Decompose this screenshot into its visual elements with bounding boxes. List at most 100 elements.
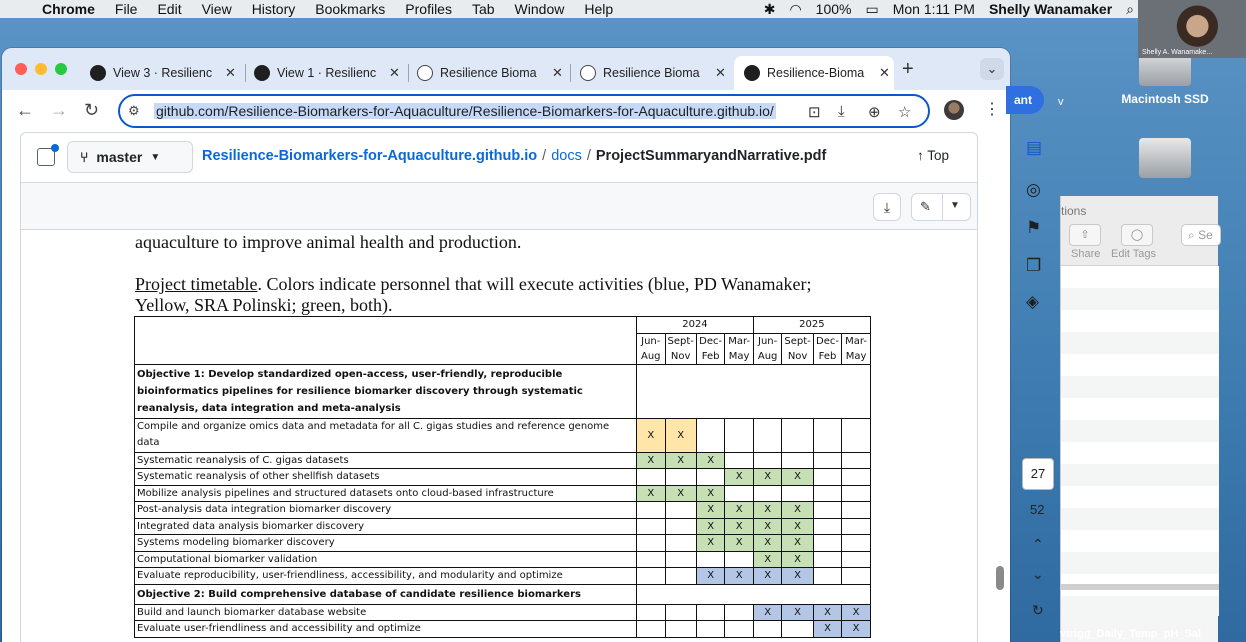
timetable-year-row: 2024 2025 <box>134 316 871 365</box>
install-app-icon[interactable]: ⤓ <box>838 103 845 120</box>
schedule-cell: X <box>695 501 726 519</box>
zoom-window-button[interactable] <box>55 63 67 75</box>
spotlight-search-icon[interactable]: ⌕ <box>1126 1 1134 18</box>
caret-down-icon[interactable]: ▼ <box>950 200 960 211</box>
bluetooth-icon[interactable]: ✱ <box>764 1 776 18</box>
menu-view[interactable]: View <box>202 1 232 17</box>
menubar-clock[interactable]: Mon 1:11 PM <box>893 1 975 17</box>
pdf-viewer[interactable]: aquaculture to improve animal health and… <box>20 230 978 642</box>
chrome-window: View 3 · Resilienc ✕ View 1 · Resilienc … <box>2 48 1010 642</box>
github-icon <box>90 65 106 81</box>
forward-arrow-icon[interactable]: → <box>50 100 68 121</box>
table-row: Evaluate reproducibility, user-friendlin… <box>134 567 871 585</box>
menu-bookmarks[interactable]: Bookmarks <box>315 1 385 17</box>
github-icon <box>744 65 760 81</box>
lens-icon[interactable]: ⊡ <box>808 103 821 121</box>
copy-pages-icon[interactable]: ❐ <box>1026 256 1041 276</box>
pdf-scrollbar-thumb[interactable] <box>996 566 1004 590</box>
menubar-user[interactable]: Shelly Wanamaker <box>989 1 1112 17</box>
battery-percent[interactable]: 100% <box>816 1 852 17</box>
chevron-up-icon[interactable]: ⌃ <box>1032 536 1044 553</box>
schedule-cell <box>812 567 843 585</box>
menu-history[interactable]: History <box>252 1 296 17</box>
close-tab-icon[interactable]: ✕ <box>552 65 563 81</box>
assistant-icon[interactable]: ◎ <box>1026 180 1041 200</box>
pdf-timetable-heading: Project timetable <box>135 274 258 294</box>
schedule-cell <box>664 534 697 552</box>
tab-search-chevron-icon[interactable]: ⌄ <box>980 58 1004 80</box>
objective-blank-cell <box>636 363 871 419</box>
globe-icon <box>417 65 433 81</box>
tab-view3[interactable]: View 3 · Resilienc ✕ <box>80 56 242 90</box>
table-row: Systems modeling biomarker discovery X X X X <box>134 534 871 552</box>
finder-search-input[interactable]: ⌕ Se <box>1181 224 1221 246</box>
share-button[interactable]: ⇧ <box>1069 224 1101 246</box>
menu-app-chrome[interactable]: Chrome <box>42 1 95 17</box>
schedule-cell: X <box>752 550 783 568</box>
breadcrumb: Resilience-Biomarkers-for-Aquaculture.gi… <box>202 148 826 164</box>
table-row: Compile and organize omics data and meta… <box>134 417 871 453</box>
schedule-cell <box>752 484 783 502</box>
close-tab-icon[interactable]: ✕ <box>715 65 726 81</box>
menu-profiles[interactable]: Profiles <box>405 1 452 17</box>
finder-file-list[interactable] <box>1061 266 1219 616</box>
close-tab-icon[interactable]: ✕ <box>225 65 236 81</box>
address-bar[interactable]: ⚙ github.com/Resilience-Biomarkers-for-A… <box>118 94 930 128</box>
tab-resilience-github-active[interactable]: Resilience-Bioma ✕ <box>734 56 894 90</box>
schedule-cell <box>781 484 814 502</box>
back-arrow-icon[interactable]: ← <box>16 100 34 121</box>
bookmark-star-icon[interactable]: ☆ <box>898 103 911 121</box>
bookmarks-list-icon[interactable]: ⚑ <box>1026 218 1041 238</box>
objective-2-heading: Objective 2: Build comprehensive databas… <box>134 583 637 605</box>
menu-help[interactable]: Help <box>584 1 613 17</box>
layers-icon[interactable]: ◈ <box>1026 292 1039 312</box>
schedule-cell: X <box>664 417 697 453</box>
reload-icon[interactable]: ↻ <box>84 100 99 121</box>
schedule-cell: X <box>724 501 754 519</box>
tab-resilience-site-1[interactable]: Resilience Bioma ✕ <box>407 56 569 90</box>
chevron-down-icon[interactable]: ⌄ <box>1032 566 1044 583</box>
edit-tags-button[interactable]: ◯ <box>1121 224 1153 246</box>
schedule-cell <box>636 620 666 638</box>
task-label: Compile and organize omics data and meta… <box>134 417 637 453</box>
site-settings-icon[interactable]: ⚙ <box>128 103 140 119</box>
menu-window[interactable]: Window <box>515 1 565 17</box>
desktop-disk-2[interactable] <box>1120 138 1210 184</box>
back-to-top-button[interactable]: ↑ Top <box>917 148 949 163</box>
objective-blank-cell <box>636 583 871 605</box>
close-tab-icon[interactable]: ✕ <box>389 65 400 81</box>
close-window-button[interactable] <box>15 63 27 75</box>
schedule-cell <box>724 417 754 453</box>
wifi-icon[interactable]: ◠ <box>789 1 801 18</box>
schedule-cell <box>664 517 697 535</box>
menu-edit[interactable]: Edit <box>157 1 181 17</box>
pencil-icon[interactable]: ✎ <box>920 199 931 215</box>
chrome-menu-icon[interactable]: ⋮ <box>984 99 1000 119</box>
timetable-year-header: 2024 <box>636 316 754 334</box>
schedule-cell: X <box>781 567 814 585</box>
finder-horizontal-scrollbar[interactable] <box>1061 584 1219 590</box>
breadcrumb-docs-link[interactable]: docs <box>551 148 582 164</box>
minimize-window-button[interactable] <box>35 63 47 75</box>
breadcrumb-separator: / <box>586 148 591 164</box>
branch-selector-button[interactable]: ⑂ master ▼ <box>67 141 193 173</box>
schedule-cell: X <box>752 468 783 486</box>
page-number-input[interactable]: 27 <box>1022 458 1054 490</box>
desktop-file-label[interactable]: vtrigg_Daily_Temp_pH_Sal <box>1060 628 1246 642</box>
breadcrumb-repo-link[interactable]: Resilience-Biomarkers-for-Aquaculture.gi… <box>202 148 537 164</box>
tab-resilience-site-2[interactable]: Resilience Bioma ✕ <box>570 56 732 90</box>
menu-file[interactable]: File <box>115 1 138 17</box>
menu-tab[interactable]: Tab <box>472 1 495 17</box>
zoom-icon[interactable]: ⊕ <box>868 103 881 121</box>
edit-file-button-group[interactable]: ✎ ▼ <box>911 193 971 221</box>
profile-avatar[interactable] <box>944 100 964 120</box>
close-tab-icon[interactable]: ✕ <box>879 65 890 81</box>
reading-mode-icon[interactable]: ▤ <box>1026 138 1042 158</box>
tab-view1[interactable]: View 1 · Resilienc ✕ <box>244 56 406 90</box>
schedule-cell <box>781 620 814 638</box>
partial-blue-button[interactable]: ant <box>1006 86 1044 114</box>
new-tab-button[interactable]: + <box>902 58 914 81</box>
rotate-icon[interactable]: ↻ <box>1032 602 1044 619</box>
download-raw-button[interactable]: ⤓ <box>873 193 901 221</box>
address-bar-url[interactable]: github.com/Resilience-Biomarkers-for-Aqu… <box>154 103 776 119</box>
